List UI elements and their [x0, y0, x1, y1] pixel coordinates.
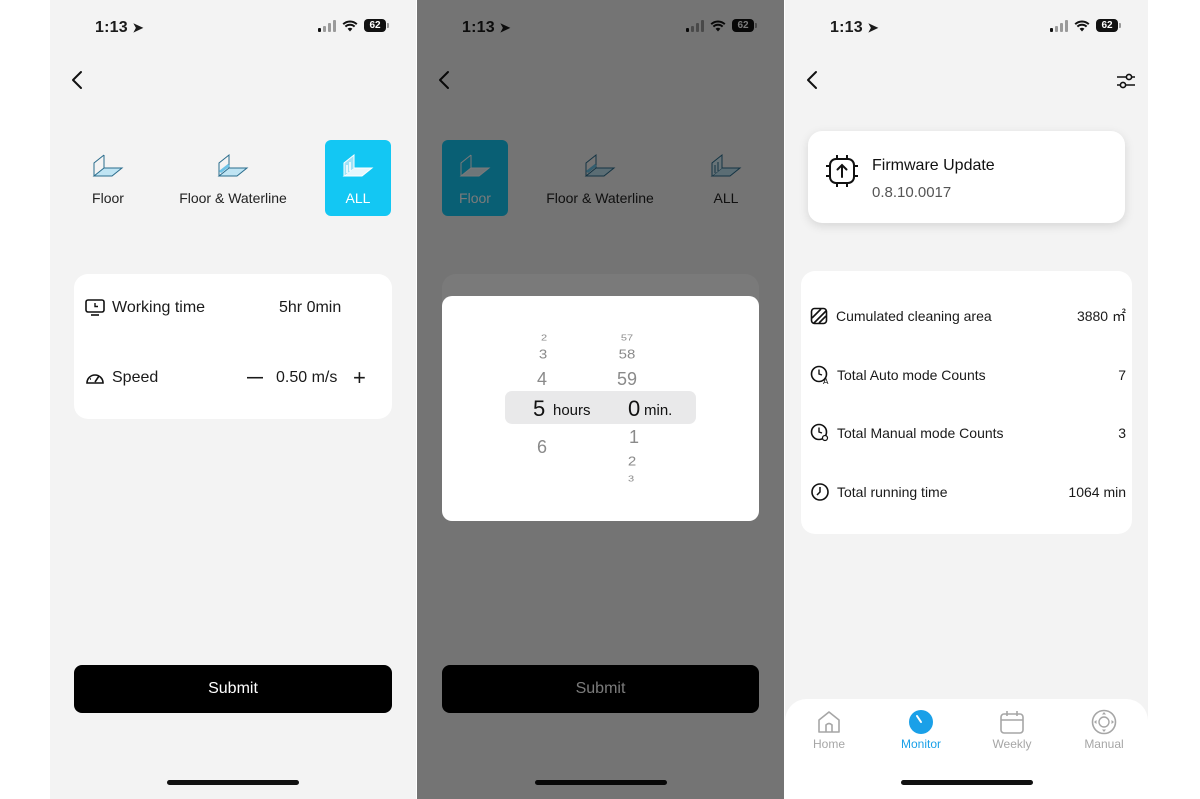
- stats-card: Cumulated cleaning area 3880 ㎡ A Total A…: [801, 271, 1132, 534]
- mode-selector: Floor Floor & Waterline ALL: [50, 140, 416, 216]
- picker-hours-unit: hours: [553, 402, 591, 419]
- phone-screen-monitor: 1:13 ➤ 62 Firmware Update 0.8.10.0017 Cu…: [785, 0, 1148, 799]
- picker-minute-option[interactable]: 2: [628, 454, 636, 469]
- stat-value: 1064 min: [1068, 484, 1126, 500]
- calendar-icon: [1000, 711, 1024, 734]
- working-time-row[interactable]: Working time 5hr 0min: [85, 299, 381, 317]
- working-time-value[interactable]: 5hr 0min: [279, 299, 341, 317]
- clock-icon: [811, 483, 829, 501]
- picker-minutes-unit: min.: [644, 402, 673, 419]
- home-indicator: [167, 780, 299, 785]
- auto-clock-icon: A: [810, 365, 829, 385]
- picker-selected-hours: 5: [533, 396, 546, 421]
- picker-minute-option[interactable]: 58: [619, 347, 636, 362]
- working-time-label: Working time: [112, 299, 206, 316]
- signal-icon: [1050, 19, 1068, 32]
- stat-row-cleaning-area: Cumulated cleaning area 3880 ㎡: [810, 304, 1126, 328]
- picker-hour-option[interactable]: 6: [537, 437, 547, 458]
- mode-floor-waterline-label: Floor & Waterline: [179, 190, 287, 206]
- bottom-tab-bar: Home Monitor Weekly Manual: [785, 699, 1148, 799]
- stat-row-manual-counts: Total Manual mode Counts 3: [810, 421, 1126, 445]
- picker-hour-option[interactable]: 3: [539, 347, 547, 362]
- wifi-icon: [342, 19, 358, 31]
- status-icons: 62: [1050, 19, 1121, 32]
- floor-icon: [92, 154, 124, 177]
- firmware-title: Firmware Update: [872, 157, 995, 174]
- picker-hour-option[interactable]: 2: [541, 334, 547, 343]
- speed-value: 0.50 m/s: [276, 369, 338, 386]
- mode-floor[interactable]: Floor: [73, 140, 143, 216]
- picker-minute-option[interactable]: 59: [617, 369, 637, 390]
- dpad-icon: [1091, 709, 1117, 735]
- status-icons: 62: [318, 19, 389, 32]
- submit-button[interactable]: Submit: [74, 665, 392, 713]
- picker-minute-option[interactable]: 57: [621, 334, 633, 343]
- settings-card: Working time 5hr 0min Speed — 0.50 m/s +: [74, 274, 392, 419]
- speed-minus-button[interactable]: —: [247, 369, 263, 387]
- all-icon: [342, 153, 374, 177]
- stat-value: 3880 ㎡: [1076, 308, 1126, 324]
- mode-all-label: ALL: [345, 190, 371, 206]
- home-indicator: [900, 780, 1033, 785]
- tab-home-label: Home: [812, 737, 845, 751]
- manual-clock-icon: [810, 423, 829, 442]
- tab-home[interactable]: Home: [794, 709, 864, 751]
- time-picker: 2 3 4 6 57 58 59 1 2 3 5 hours 0 min.: [442, 296, 759, 521]
- stat-row-auto-counts: A Total Auto mode Counts 7: [810, 363, 1126, 387]
- speedometer-icon: [86, 374, 104, 384]
- stat-value: 7: [1118, 367, 1126, 383]
- floor-waterline-icon: [217, 153, 249, 177]
- stat-label: Cumulated cleaning area: [836, 308, 992, 324]
- speed-label: Speed: [112, 369, 159, 386]
- picker-minute-option[interactable]: 3: [628, 475, 634, 484]
- monitor-clock-icon: [85, 299, 105, 316]
- firmware-update-card[interactable]: Firmware Update 0.8.10.0017: [808, 131, 1125, 223]
- mode-floor-waterline[interactable]: Floor & Waterline: [168, 140, 298, 216]
- phone-screen-time-picker: 1:13 ➤ 62 Floor Floor & Waterline ALL Su…: [417, 0, 784, 799]
- svg-text:A: A: [823, 377, 829, 385]
- stat-value: 3: [1118, 425, 1126, 441]
- back-icon[interactable]: [803, 68, 821, 92]
- speed-row: Speed — 0.50 m/s +: [85, 365, 381, 390]
- monitor-gauge-icon: [909, 710, 933, 734]
- home-icon: [818, 711, 840, 733]
- mode-all[interactable]: ALL: [325, 140, 391, 216]
- status-time: 1:13 ➤: [830, 19, 879, 36]
- firmware-version: 0.8.10.0017: [872, 184, 952, 201]
- battery-icon: 62: [364, 19, 389, 32]
- signal-icon: [318, 19, 336, 32]
- stat-label: Total running time: [837, 484, 948, 500]
- phone-screen-mode-settings: 1:13 ➤ 62 Floor Floor & Waterline ALL Wo…: [50, 0, 416, 799]
- tab-manual-label: Manual: [1084, 737, 1124, 751]
- stat-label: Total Manual mode Counts: [837, 425, 1004, 441]
- tab-manual[interactable]: Manual: [1069, 709, 1139, 751]
- picker-hour-option[interactable]: 4: [537, 369, 547, 390]
- stat-label: Total Auto mode Counts: [837, 367, 986, 383]
- picker-selected-minutes: 0: [628, 396, 641, 421]
- status-time: 1:13 ➤: [95, 19, 144, 36]
- speed-plus-button[interactable]: +: [353, 365, 366, 391]
- stat-row-running-time: Total running time 1064 min: [810, 480, 1126, 504]
- tab-monitor-label: Monitor: [900, 737, 941, 751]
- firmware-chip-icon: [826, 155, 858, 187]
- wifi-icon: [1074, 19, 1090, 31]
- settings-sliders-icon[interactable]: [1115, 71, 1137, 91]
- picker-minute-option[interactable]: 1: [629, 427, 639, 448]
- battery-icon: 62: [1096, 19, 1121, 32]
- mode-floor-label: Floor: [92, 190, 124, 206]
- tab-weekly-label: Weekly: [992, 737, 1032, 751]
- back-icon[interactable]: [68, 68, 86, 92]
- area-hatch-icon: [810, 307, 828, 325]
- tab-monitor[interactable]: Monitor: [886, 709, 956, 751]
- tab-weekly[interactable]: Weekly: [977, 709, 1047, 751]
